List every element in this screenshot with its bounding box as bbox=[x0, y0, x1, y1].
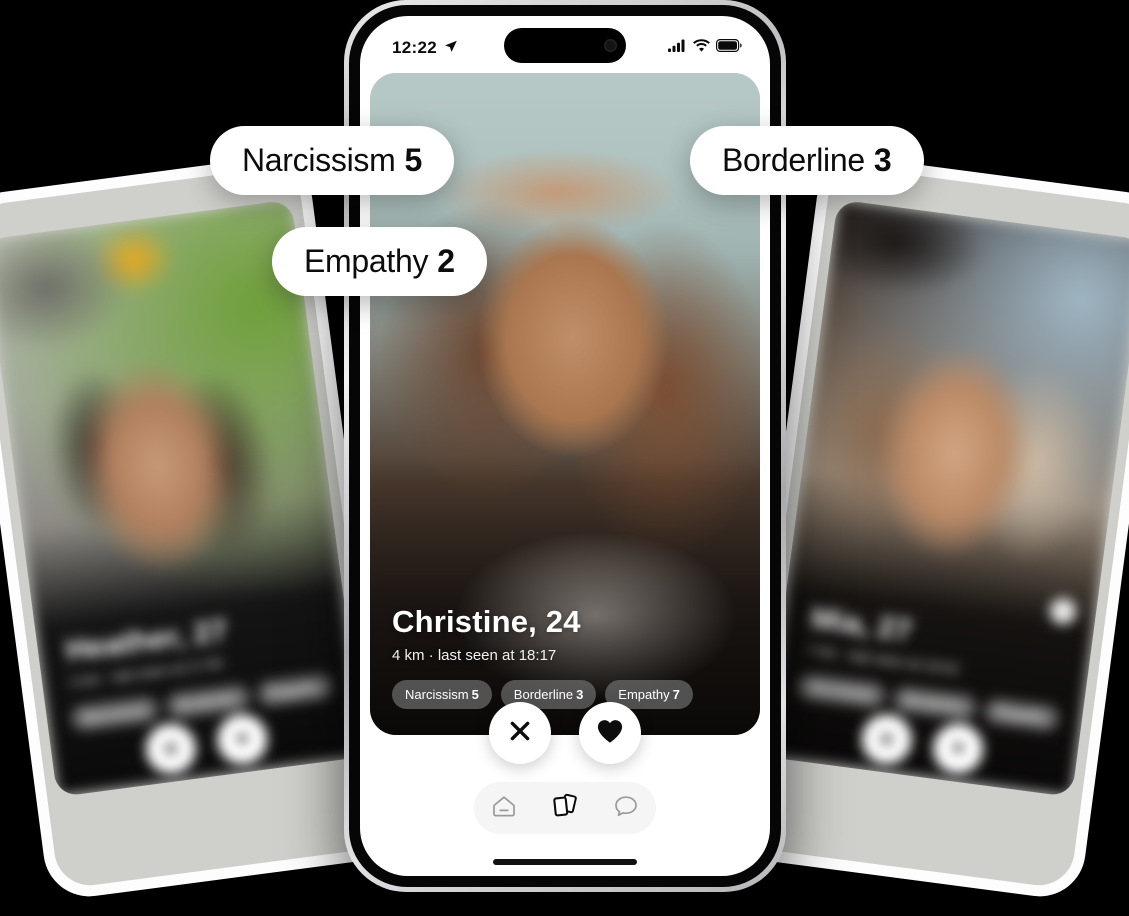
background-left-like-button: ♥ bbox=[214, 711, 271, 768]
background-right-meta: 7 km · last seen at 19:02 bbox=[805, 641, 960, 678]
nav-chat[interactable] bbox=[613, 794, 639, 823]
background-left-tag: Empathy bbox=[255, 672, 334, 708]
location-arrow-icon bbox=[444, 39, 458, 58]
background-right-name: Mia, 27 bbox=[808, 601, 914, 648]
background-right-card-overlay: Mia, 27 7 km · last seen at 19:02 Narcis… bbox=[764, 199, 1129, 797]
cards-stack-icon bbox=[551, 793, 579, 824]
tag-value: 5 bbox=[471, 687, 479, 702]
background-phone-right: Mia, 27 7 km · last seen at 19:02 Narcis… bbox=[730, 152, 1129, 902]
pill-value: 2 bbox=[437, 243, 455, 279]
bottom-navigation bbox=[474, 782, 656, 834]
pill-label: Narcissism bbox=[242, 142, 396, 178]
background-right-pass-button: ✕ bbox=[858, 711, 915, 768]
pill-value: 3 bbox=[873, 142, 892, 178]
floating-pill-narcissism[interactable]: Narcissism 5 bbox=[210, 126, 455, 195]
background-right-like-button: ♥ bbox=[930, 720, 987, 777]
close-x-icon bbox=[507, 718, 533, 749]
card-actions bbox=[360, 702, 770, 764]
like-button[interactable] bbox=[579, 702, 641, 764]
pill-value: 5 bbox=[404, 142, 423, 178]
pass-button[interactable] bbox=[489, 702, 551, 764]
background-phone-right-screen: Mia, 27 7 km · last seen at 19:02 Narcis… bbox=[742, 164, 1129, 890]
tag-value: 3 bbox=[576, 687, 584, 702]
tag-value: 7 bbox=[672, 687, 680, 702]
home-icon bbox=[491, 794, 517, 823]
nav-home[interactable] bbox=[491, 794, 517, 823]
promo-scene: Heather, 27 2 km · last seen at 17:40 Na… bbox=[0, 0, 1129, 916]
tag-label: Borderline bbox=[513, 687, 574, 702]
dynamic-island bbox=[504, 28, 626, 63]
status-bar-left: 12:22 bbox=[392, 38, 458, 58]
background-left-pass-button: ✕ bbox=[142, 720, 199, 777]
profile-info: Christine, 24 4 km · last seen at 18:17 … bbox=[392, 604, 738, 709]
info-icon bbox=[1048, 596, 1078, 626]
status-time: 12:22 bbox=[392, 38, 437, 57]
wifi-icon bbox=[693, 39, 710, 57]
floating-pill-empathy[interactable]: Empathy 2 bbox=[272, 227, 487, 296]
floating-pill-borderline[interactable]: Borderline 3 bbox=[690, 126, 924, 195]
tag-label: Empathy bbox=[618, 687, 670, 702]
cellular-bars-icon bbox=[668, 39, 687, 57]
chat-bubble-icon bbox=[613, 794, 639, 823]
battery-icon bbox=[716, 39, 742, 57]
profile-name: Christine, 24 bbox=[392, 604, 581, 640]
nav-cards[interactable] bbox=[551, 793, 579, 824]
background-right-tag: Empathy bbox=[982, 697, 1061, 733]
tag-label: Narcissism bbox=[405, 687, 469, 702]
status-bar-right bbox=[668, 39, 742, 57]
profile-meta: 4 km · last seen at 18:17 bbox=[392, 647, 557, 664]
home-indicator bbox=[493, 859, 637, 865]
heart-icon bbox=[596, 718, 624, 749]
pill-label: Empathy bbox=[304, 243, 429, 279]
front-camera-icon bbox=[604, 39, 617, 52]
pill-label: Borderline bbox=[722, 142, 865, 178]
background-right-photo-frame: Mia, 27 7 km · last seen at 19:02 Narcis… bbox=[764, 199, 1129, 798]
